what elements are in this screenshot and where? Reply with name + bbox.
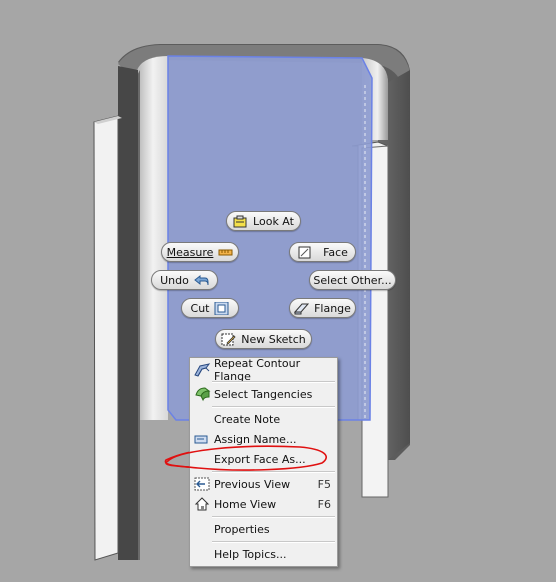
- menu-item-export-face-as[interactable]: Export Face As...: [190, 449, 337, 469]
- menu-item-label: Home View: [214, 497, 277, 511]
- look-at-label: Look At: [253, 214, 294, 228]
- menu-item-home-view[interactable]: Home View F6: [190, 494, 337, 514]
- menu-separator: [212, 471, 335, 473]
- flange-button[interactable]: Flange: [289, 298, 356, 318]
- undo-button[interactable]: Undo: [151, 270, 218, 290]
- undo-label: Undo: [160, 273, 189, 287]
- menu-separator: [212, 406, 335, 408]
- new-sketch-icon: [221, 333, 236, 346]
- channel-left-bend: [138, 56, 168, 420]
- context-menu: Repeat Contour Flange Select Tangencies …: [189, 357, 338, 567]
- menu-item-label: Help Topics...: [214, 547, 287, 561]
- menu-item-label: Properties: [214, 522, 270, 536]
- assign-name-icon: [194, 431, 211, 447]
- channel-left-flange: [93, 115, 119, 561]
- measure-icon: [218, 246, 233, 259]
- home-view-icon: [194, 496, 211, 512]
- menu-item-label: Select Tangencies: [214, 387, 313, 401]
- menu-item-assign-name[interactable]: Assign Name...: [190, 429, 337, 449]
- select-other-button[interactable]: Select Other...: [309, 270, 396, 290]
- menu-item-previous-view[interactable]: Previous View F5: [190, 474, 337, 494]
- flange-icon: [293, 302, 310, 315]
- channel-left-wall-shadow: [118, 66, 138, 560]
- cut-label: Cut: [190, 301, 210, 315]
- menu-item-create-note[interactable]: Create Note: [190, 409, 337, 429]
- previous-view-icon: [194, 476, 211, 492]
- menu-separator: [212, 516, 335, 518]
- menu-item-properties[interactable]: Properties: [190, 519, 337, 539]
- menu-separator: [212, 541, 335, 543]
- new-sketch-button[interactable]: New Sketch: [215, 329, 312, 349]
- menu-item-shortcut: F6: [317, 497, 331, 511]
- contour-flange-icon: [194, 362, 211, 378]
- menu-item-label: Assign Name...: [214, 432, 297, 446]
- look-at-button[interactable]: Look At: [226, 211, 301, 231]
- menu-item-shortcut: F5: [317, 477, 331, 491]
- face-label: Face: [323, 245, 348, 259]
- measure-button[interactable]: Measure: [161, 242, 239, 262]
- menu-item-select-tangencies[interactable]: Select Tangencies: [190, 384, 337, 404]
- menu-item-label: Previous View: [214, 477, 291, 491]
- face-button[interactable]: Face: [289, 242, 356, 262]
- menu-item-repeat-contour-flange[interactable]: Repeat Contour Flange: [190, 357, 337, 383]
- cut-button[interactable]: Cut: [181, 298, 239, 318]
- menu-item-help-topics[interactable]: Help Topics...: [190, 544, 337, 564]
- look-at-icon: [233, 215, 248, 228]
- menu-separator: [212, 381, 335, 383]
- cut-icon: [214, 301, 229, 315]
- tangencies-icon: [194, 386, 211, 402]
- face-icon: [297, 246, 312, 259]
- menu-item-label: Repeat Contour Flange: [214, 357, 301, 383]
- measure-label: Measure: [166, 245, 214, 259]
- select-other-label: Select Other...: [313, 273, 392, 287]
- flange-label: Flange: [314, 301, 351, 315]
- undo-icon: [194, 274, 209, 287]
- menu-item-label: Export Face As...: [214, 452, 306, 466]
- new-sketch-label: New Sketch: [241, 332, 306, 346]
- menu-item-label: Create Note: [214, 412, 281, 426]
